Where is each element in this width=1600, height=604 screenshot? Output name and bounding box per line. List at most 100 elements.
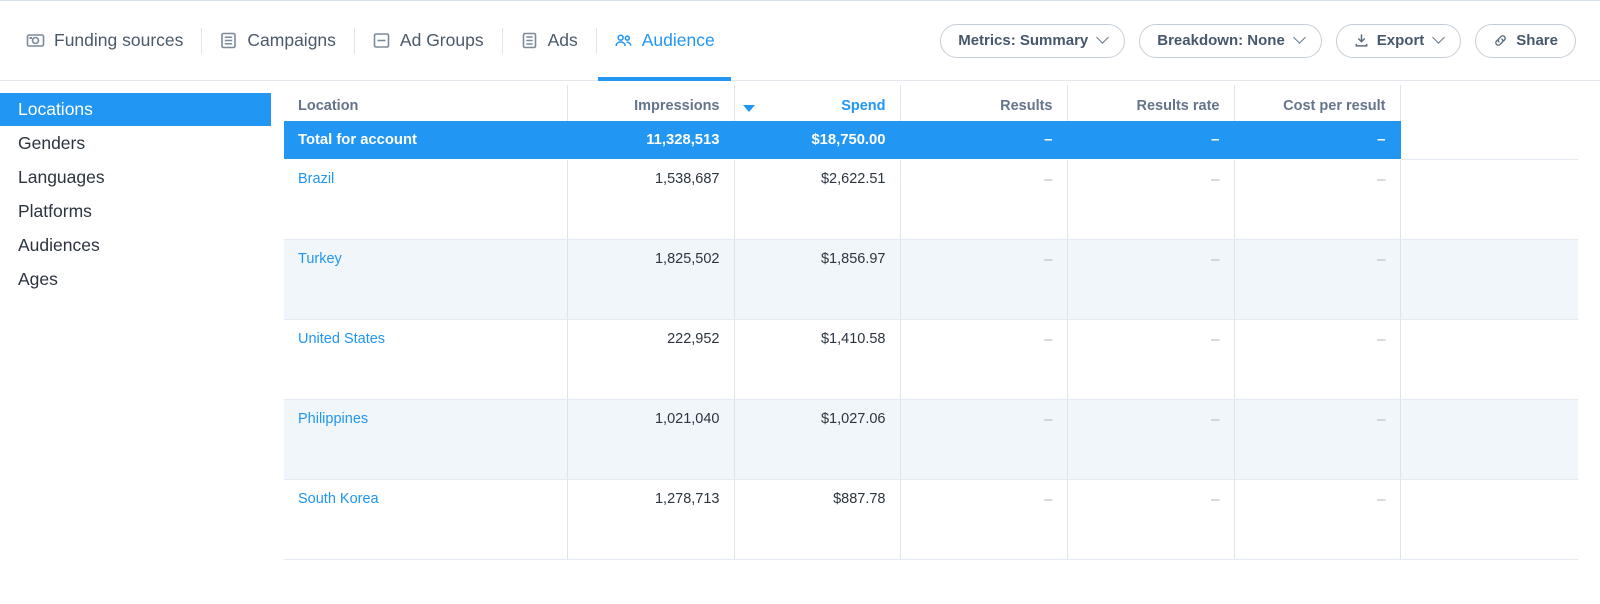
cell-cost-per-result: –: [1234, 399, 1401, 480]
cell-results: –: [900, 239, 1068, 320]
cell-impressions: 1,021,040: [567, 399, 735, 480]
chevron-down-icon: [1292, 31, 1306, 44]
cell-location: United States: [284, 319, 568, 400]
audience-icon: [614, 31, 633, 50]
app-root: Funding sources Campaigns Ad Groups Ads …: [0, 0, 1600, 604]
cell-location: Brazil: [284, 159, 568, 240]
location-link[interactable]: Philippines: [298, 411, 368, 427]
export-label: Export: [1376, 32, 1425, 49]
cell-cost-per-result: –: [1234, 319, 1401, 400]
cell-cost-per-result: –: [1234, 239, 1401, 320]
sidebar-item-languages[interactable]: Languages: [0, 161, 284, 194]
cell-impressions: 1,278,713: [567, 479, 735, 560]
table-row[interactable]: Philippines 1,021,040 $1,027.06 – – –: [284, 399, 1578, 480]
sidebar-item-locations[interactable]: Locations: [0, 93, 271, 126]
total-results-rate: –: [1067, 121, 1235, 160]
cell-spend: $1,856.97: [734, 239, 901, 320]
table-row-total: Total for account 11,328,513 $18,750.00 …: [284, 121, 1578, 160]
share-button[interactable]: Share: [1475, 23, 1576, 58]
column-header-spend[interactable]: Spend: [734, 85, 901, 121]
sidebar-item-label: Ages: [18, 269, 58, 289]
table-row[interactable]: South Korea 1,278,713 $887.78 – – –: [284, 479, 1578, 560]
table-header-row: Location Impressions Spend Results Resul…: [284, 85, 1578, 121]
link-icon: [1493, 33, 1508, 48]
table-body: Total for account 11,328,513 $18,750.00 …: [284, 121, 1578, 560]
location-link[interactable]: United States: [298, 331, 385, 347]
chevron-down-icon: [1096, 31, 1110, 44]
tab-list: Funding sources Campaigns Ad Groups Ads …: [22, 1, 733, 81]
top-tab-bar: Funding sources Campaigns Ad Groups Ads …: [0, 1, 1600, 81]
cell-impressions: 1,538,687: [567, 159, 735, 240]
cell-spend: $887.78: [734, 479, 901, 560]
total-blank-cell: [1400, 121, 1578, 160]
total-label: Total for account: [284, 121, 568, 160]
cell-blank: [1400, 399, 1578, 480]
download-icon: [1354, 33, 1369, 48]
tab-funding-sources[interactable]: Funding sources: [22, 1, 201, 81]
cell-results: –: [900, 319, 1068, 400]
cell-blank: [1400, 159, 1578, 240]
location-link[interactable]: South Korea: [298, 491, 379, 507]
cell-spend: $1,027.06: [734, 399, 901, 480]
content-area: Locations Genders Languages Platforms Au…: [0, 81, 1600, 604]
table-row[interactable]: Turkey 1,825,502 $1,856.97 – – –: [284, 239, 1578, 320]
column-header-location[interactable]: Location: [284, 85, 568, 121]
cell-results-rate: –: [1067, 399, 1235, 480]
sidebar-item-label: Audiences: [18, 235, 100, 255]
cell-results-rate: –: [1067, 239, 1235, 320]
chevron-down-icon: [1432, 31, 1446, 44]
sort-descending-icon: [742, 105, 755, 112]
tab-label: Audience: [641, 30, 715, 50]
cell-cost-per-result: –: [1234, 479, 1401, 560]
metrics-table: Location Impressions Spend Results Resul…: [284, 85, 1578, 560]
cell-impressions: 1,825,502: [567, 239, 735, 320]
tab-label: Ad Groups: [399, 30, 484, 50]
cell-spend: $1,410.58: [734, 319, 901, 400]
location-link[interactable]: Turkey: [298, 251, 342, 267]
breakdown-sidebar: Locations Genders Languages Platforms Au…: [0, 81, 284, 604]
cell-results: –: [900, 479, 1068, 560]
location-link[interactable]: Brazil: [298, 171, 334, 187]
export-button[interactable]: Export: [1335, 23, 1462, 58]
cell-location: Turkey: [284, 239, 568, 320]
column-header-results[interactable]: Results: [900, 85, 1068, 121]
column-header-results-rate[interactable]: Results rate: [1067, 85, 1235, 121]
tab-campaigns[interactable]: Campaigns: [201, 1, 354, 81]
tab-ad-groups[interactable]: Ad Groups: [354, 1, 502, 81]
cell-location: South Korea: [284, 479, 568, 560]
cell-results-rate: –: [1067, 479, 1235, 560]
sidebar-item-label: Platforms: [18, 201, 92, 221]
column-header-impressions[interactable]: Impressions: [567, 85, 735, 121]
column-header-blank: [1400, 85, 1578, 121]
share-label: Share: [1516, 32, 1558, 49]
cell-location: Philippines: [284, 399, 568, 480]
breakdown-dropdown-button[interactable]: Breakdown: None: [1139, 23, 1322, 58]
tab-ads[interactable]: Ads: [502, 1, 596, 81]
sidebar-item-label: Genders: [18, 133, 86, 153]
table-header: Location Impressions Spend Results Resul…: [284, 85, 1578, 121]
toolbar: Metrics: Summary Breakdown: None Export: [940, 23, 1576, 58]
cell-results-rate: –: [1067, 319, 1235, 400]
table-row[interactable]: Brazil 1,538,687 $2,622.51 – – –: [284, 159, 1578, 240]
ads-icon: [520, 31, 539, 50]
cell-spend: $2,622.51: [734, 159, 901, 240]
total-results: –: [900, 121, 1068, 160]
sidebar-item-label: Languages: [18, 167, 105, 187]
metrics-table-container: Location Impressions Spend Results Resul…: [284, 81, 1600, 604]
sidebar-item-ages[interactable]: Ages: [0, 263, 284, 296]
sidebar-item-audiences[interactable]: Audiences: [0, 229, 284, 262]
tab-audience[interactable]: Audience: [596, 1, 733, 81]
cell-blank: [1400, 319, 1578, 400]
campaigns-icon: [219, 31, 238, 50]
tab-label: Ads: [547, 30, 578, 50]
sidebar-item-genders[interactable]: Genders: [0, 127, 284, 160]
metrics-dropdown-button[interactable]: Metrics: Summary: [940, 23, 1126, 58]
cell-results: –: [900, 159, 1068, 240]
total-impressions: 11,328,513: [567, 121, 735, 160]
table-row[interactable]: United States 222,952 $1,410.58 – – –: [284, 319, 1578, 400]
cell-cost-per-result: –: [1234, 159, 1401, 240]
cell-impressions: 222,952: [567, 319, 735, 400]
cell-results-rate: –: [1067, 159, 1235, 240]
sidebar-item-platforms[interactable]: Platforms: [0, 195, 284, 228]
column-header-cost-per-result[interactable]: Cost per result: [1234, 85, 1401, 121]
